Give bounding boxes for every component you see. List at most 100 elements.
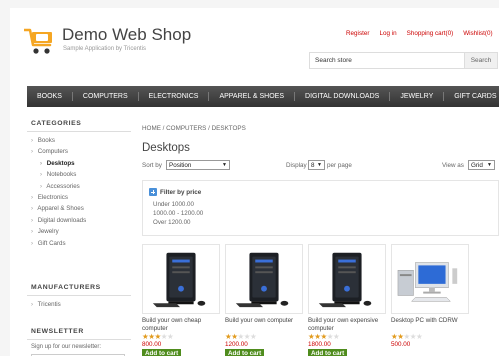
- product-title[interactable]: Build your own expensive computer: [308, 317, 386, 333]
- category-item-jewelry[interactable]: › Jewelry: [31, 226, 127, 237]
- price-range-over-1200[interactable]: Over 1200.00: [153, 219, 203, 228]
- desktop-pc-monitor-icon: [392, 262, 468, 315]
- chevron-down-icon: ▼: [487, 162, 492, 168]
- categories-list: › Books › Computers › Desktops › Notebooks ›…: [27, 132, 131, 252]
- add-to-cart-button[interactable]: Add to cart: [308, 349, 348, 356]
- category-item-apparel-shoes[interactable]: › Apparel & Shoes: [31, 203, 127, 214]
- desktop-tower-icon: [309, 252, 385, 315]
- category-label: Accessories: [45, 182, 80, 190]
- product-rating: ★★★★★: [142, 333, 220, 341]
- menu-item-computers[interactable]: COMPUTERS: [73, 92, 139, 101]
- view-mode-value: Grid: [471, 161, 483, 169]
- menu-item-jewelry[interactable]: JEWELRY: [390, 92, 445, 101]
- category-label: Gift Cards: [36, 239, 66, 247]
- category-item-desktops[interactable]: › Desktops: [31, 158, 127, 169]
- category-item-digital-downloads[interactable]: › Digital downloads: [31, 215, 127, 226]
- category-item-electronics[interactable]: › Electronics: [31, 192, 127, 203]
- product-card: Build your own expensive computer ★★★★★ …: [308, 244, 386, 356]
- register-link[interactable]: Register: [346, 30, 369, 37]
- star-icon: ★: [332, 332, 340, 341]
- shopping-cart-link[interactable]: Shopping cart(0): [407, 30, 454, 37]
- sort-select[interactable]: Position ▼: [166, 160, 230, 170]
- view-as-label: View as: [442, 162, 464, 169]
- display-label: Display: [286, 162, 307, 169]
- search-button[interactable]: Search: [464, 53, 497, 68]
- product-rating: ★★★★★: [225, 333, 303, 341]
- page-size-select[interactable]: 8 ▼: [308, 160, 325, 170]
- product-card: Build your own computer ★★★★★ 1200.00 Ad…: [225, 244, 303, 356]
- menu-item-electronics[interactable]: ELECTRONICS: [139, 92, 210, 101]
- search-box: Search: [309, 52, 498, 69]
- login-link[interactable]: Log in: [379, 30, 396, 37]
- category-item-computers[interactable]: › Computers: [31, 146, 127, 157]
- logo-title: Demo Web Shop: [62, 25, 192, 44]
- sort-value: Position: [169, 161, 192, 169]
- category-item-gift-cards[interactable]: › Gift Cards: [31, 238, 127, 249]
- site-logo[interactable]: Demo Web Shop Sample Application by Tric…: [24, 25, 191, 65]
- star-icon: ★: [249, 332, 257, 341]
- chevron-right-icon: ›: [31, 302, 33, 308]
- add-to-cart-button[interactable]: Add to cart: [142, 349, 182, 356]
- category-item-accessories[interactable]: › Accessories: [31, 181, 127, 192]
- product-price: 500.00: [391, 341, 411, 348]
- category-label: Desktops: [45, 159, 75, 167]
- star-icon: ★: [415, 332, 423, 341]
- menu-item-gift-cards[interactable]: GIFT CARDS: [444, 92, 499, 101]
- menu-item-digital-downloads[interactable]: DIGITAL DOWNLOADS: [295, 92, 391, 101]
- newsletter-text: Sign up for our newsletter:: [31, 344, 102, 350]
- wishlist-link[interactable]: Wishlist(0): [463, 30, 492, 37]
- manufacturer-item-tricentis[interactable]: › Tricentis: [31, 299, 127, 310]
- product-card: Desktop PC with CDRW ★★★★★ 500.00: [391, 244, 469, 348]
- price-filter-title[interactable]: Filter by price: [149, 188, 201, 196]
- page-size-value: 8: [311, 161, 315, 169]
- category-label: Apparel & Shoes: [36, 205, 84, 213]
- add-to-cart-button[interactable]: Add to cart: [225, 349, 265, 356]
- breadcrumb[interactable]: HOME / COMPUTERS / DESKTOPS: [142, 125, 246, 132]
- category-label: Notebooks: [45, 171, 77, 179]
- newsletter-title: NEWSLETTER: [27, 324, 131, 340]
- category-label: Electronics: [36, 193, 68, 201]
- categories-block: CATEGORIES › Books › Computers › Desktops ›…: [27, 116, 131, 252]
- price-range-1000-1200[interactable]: 1000.00 - 1200.00: [153, 210, 203, 219]
- per-page-label: per page: [327, 162, 352, 169]
- header-links: Register Log in Shopping cart(0) Wishlis…: [346, 30, 493, 37]
- product-image[interactable]: [142, 244, 220, 314]
- product-price: 800.00: [142, 341, 162, 348]
- product-toolbar: Sort by Position ▼ Display 8 ▼ per page …: [142, 160, 499, 172]
- desktop-tower-icon: [143, 252, 219, 315]
- desktop-tower-icon: [226, 252, 302, 315]
- category-item-notebooks[interactable]: › Notebooks: [31, 169, 127, 180]
- product-title[interactable]: Build your own computer: [225, 317, 303, 333]
- product-card: Build your own cheap computer ★★★★★ 800.…: [142, 244, 220, 356]
- newsletter-block: NEWSLETTER Sign up for our newsletter:: [27, 324, 131, 356]
- manufacturers-list: › Tricentis: [27, 296, 131, 313]
- category-label: Books: [36, 137, 55, 144]
- product-title[interactable]: Desktop PC with CDRW: [391, 317, 469, 333]
- product-image[interactable]: [225, 244, 303, 314]
- category-label: Computers: [36, 148, 68, 156]
- price-range-under-1000[interactable]: Under 1000.00: [153, 201, 203, 210]
- manufacturers-title: MANUFACTURERS: [27, 280, 131, 296]
- product-price: 1200.00: [225, 341, 248, 348]
- product-image[interactable]: [308, 244, 386, 314]
- manufacturers-block: MANUFACTURERS › Tricentis: [27, 280, 131, 313]
- category-item-books[interactable]: › Books: [31, 135, 127, 146]
- categories-title: CATEGORIES: [27, 116, 131, 132]
- product-image[interactable]: [391, 244, 469, 314]
- page: Demo Web Shop Sample Application by Tric…: [10, 8, 499, 356]
- menu-item-apparel-shoes[interactable]: APPAREL & SHOES: [209, 92, 296, 101]
- chevron-down-icon: ▼: [222, 162, 227, 168]
- star-icon: ★: [166, 332, 174, 341]
- menu-item-books[interactable]: BOOKS: [27, 92, 73, 101]
- top-menu: BOOKS COMPUTERS ELECTRONICS APPAREL & SH…: [27, 86, 499, 107]
- category-label: Digital downloads: [36, 216, 87, 224]
- category-label: Jewelry: [36, 228, 59, 236]
- product-rating: ★★★★★: [308, 333, 386, 341]
- product-title[interactable]: Build your own cheap computer: [142, 317, 220, 333]
- price-filter-options: Under 1000.00 1000.00 - 1200.00 Over 120…: [153, 201, 203, 227]
- view-mode-select[interactable]: Grid ▼: [468, 160, 495, 170]
- page-title: Desktops: [142, 142, 190, 154]
- manufacturer-label: Tricentis: [37, 301, 61, 308]
- sort-label: Sort by: [142, 162, 162, 169]
- search-input[interactable]: [310, 53, 464, 68]
